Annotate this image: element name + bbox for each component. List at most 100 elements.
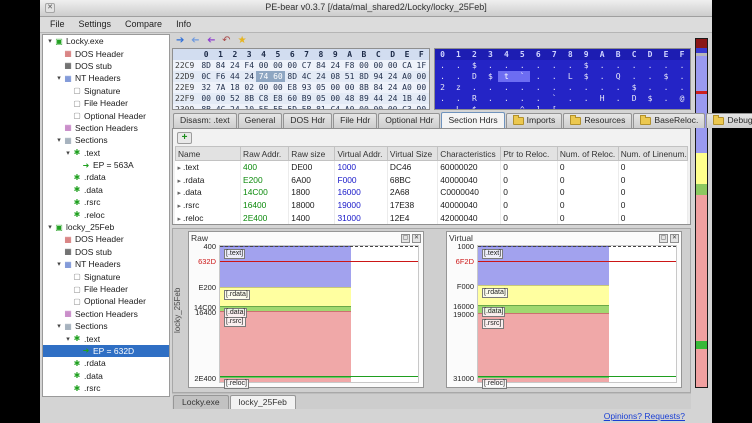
- hex-char[interactable]: .: [642, 104, 658, 110]
- hex-char[interactable]: .: [658, 93, 674, 104]
- hex-char[interactable]: .: [642, 60, 658, 71]
- hex-char[interactable]: .: [642, 71, 658, 82]
- hex-byte[interactable]: 52: [228, 93, 242, 104]
- hex-char[interactable]: L: [450, 104, 466, 110]
- file-tab-locky-exe[interactable]: Locky.exe: [173, 395, 229, 409]
- hex-view-text[interactable]: 0123456789ABCDEF..$......$........D$t`..…: [434, 48, 692, 110]
- hex-char[interactable]: .: [450, 93, 466, 104]
- hex-char[interactable]: .: [562, 93, 578, 104]
- hex-char[interactable]: .: [674, 82, 690, 93]
- hex-byte[interactable]: 24: [228, 104, 242, 110]
- tree-item-section-headers[interactable]: ▦Section Headers: [43, 122, 169, 134]
- hex-byte[interactable]: 8D: [357, 71, 371, 82]
- hex-char[interactable]: $: [466, 104, 482, 110]
- hex-byte[interactable]: A0: [400, 71, 414, 82]
- undo-icon[interactable]: ↶: [222, 35, 230, 47]
- hex-byte[interactable]: C8: [256, 93, 270, 104]
- hex-byte[interactable]: 02: [242, 82, 256, 93]
- tree-item-optional-header[interactable]: ▢Optional Header: [43, 295, 169, 307]
- feedback-link[interactable]: Opinions? Requests?: [604, 411, 685, 421]
- hex-char[interactable]: .: [626, 71, 642, 82]
- hex-char[interactable]: .: [594, 82, 610, 93]
- tree-item-reloc[interactable]: ✱.reloc: [43, 208, 169, 220]
- hex-char[interactable]: .: [578, 93, 594, 104]
- hex-byte[interactable]: 44: [228, 71, 242, 82]
- hex-byte[interactable]: B9: [299, 93, 313, 104]
- hex-byte[interactable]: 48: [342, 93, 356, 104]
- hex-char[interactable]: .: [674, 71, 690, 82]
- hex-byte[interactable]: 00: [371, 104, 385, 110]
- tab-debug[interactable]: Debug: [706, 113, 752, 128]
- hex-char[interactable]: .: [562, 60, 578, 71]
- expander-icon[interactable]: ▾: [46, 223, 54, 231]
- hex-char[interactable]: .: [546, 71, 562, 82]
- hex-byte[interactable]: 24: [328, 60, 342, 71]
- hex-char[interactable]: D: [626, 93, 642, 104]
- hex-byte[interactable]: F4: [242, 60, 256, 71]
- tree-item-locky-exe[interactable]: ▾▣Locky.exe: [43, 35, 169, 47]
- hex-byte[interactable]: 1B: [400, 93, 414, 104]
- undock-button[interactable]: ▢: [401, 234, 410, 243]
- hex-char[interactable]: .: [658, 82, 674, 93]
- tree-item-sections[interactable]: ▾▦Sections: [43, 134, 169, 146]
- hex-char[interactable]: .: [482, 104, 498, 110]
- hex-byte[interactable]: 40: [414, 93, 428, 104]
- hex-char[interactable]: .: [482, 82, 498, 93]
- menu-item-settings[interactable]: Settings: [72, 17, 119, 32]
- hex-char[interactable]: .: [658, 60, 674, 71]
- tree-item-file-header[interactable]: ▢File Header: [43, 283, 169, 295]
- hex-byte[interactable]: C3: [400, 104, 414, 110]
- go-forward-icon[interactable]: ➔: [176, 35, 184, 47]
- hex-byte[interactable]: 84: [371, 82, 385, 93]
- hex-char[interactable]: .: [546, 82, 562, 93]
- hex-char[interactable]: .: [450, 71, 466, 82]
- row-expand-icon[interactable]: ▸: [178, 190, 182, 197]
- hex-char[interactable]: .: [466, 82, 482, 93]
- hex-char[interactable]: @: [674, 93, 690, 104]
- row-expand-icon[interactable]: ▸: [178, 216, 182, 223]
- hex-byte[interactable]: 32: [199, 82, 213, 93]
- hex-byte[interactable]: 90: [414, 104, 428, 110]
- tree-item-rdata[interactable]: ✱.rdata: [43, 357, 169, 369]
- expander-icon[interactable]: ▾: [55, 136, 63, 144]
- table-row[interactable]: ▸.data14C001800160002A68C0000040000: [176, 186, 688, 199]
- hex-char[interactable]: ]: [530, 104, 546, 110]
- hex-byte[interactable]: 8B: [199, 104, 213, 110]
- hex-byte[interactable]: 00: [414, 71, 428, 82]
- tree-item-signature[interactable]: ▢Signature: [43, 270, 169, 282]
- go-back-icon[interactable]: ➔: [191, 35, 199, 47]
- tree-item-reloc[interactable]: ✱.reloc: [43, 394, 169, 397]
- hex-char[interactable]: $: [626, 82, 642, 93]
- hex-char[interactable]: .: [498, 60, 514, 71]
- tree-item-data[interactable]: ✱.data: [43, 184, 169, 196]
- hex-byte[interactable]: 00: [213, 93, 227, 104]
- hex-char[interactable]: .: [530, 60, 546, 71]
- tree-item-dos-stub[interactable]: ▦DOS stub: [43, 60, 169, 72]
- hex-char[interactable]: .: [594, 104, 610, 110]
- tab-disasm-text[interactable]: Disasm: .text: [173, 113, 237, 128]
- expander-icon[interactable]: ▾: [55, 260, 63, 268]
- expander-icon[interactable]: ▾: [46, 37, 54, 45]
- table-row[interactable]: ▸.rdataE2006A00F00068BC40000040000: [176, 174, 688, 187]
- hex-byte[interactable]: 44: [371, 93, 385, 104]
- hex-byte[interactable]: 0C: [199, 71, 213, 82]
- hex-char[interactable]: .: [610, 93, 626, 104]
- hex-char[interactable]: .: [435, 93, 451, 104]
- hex-char[interactable]: $: [578, 60, 594, 71]
- hex-byte[interactable]: 24: [385, 82, 399, 93]
- hex-char[interactable]: ^: [514, 104, 530, 110]
- jump-address-icon[interactable]: ➔: [207, 35, 215, 47]
- hex-byte[interactable]: 8B: [357, 82, 371, 93]
- hex-byte[interactable]: 4C: [299, 71, 313, 82]
- hex-byte[interactable]: 18: [228, 82, 242, 93]
- hex-byte[interactable]: 8B: [242, 93, 256, 104]
- hex-byte[interactable]: 00: [256, 60, 270, 71]
- tree-item-ep-563a[interactable]: ➜EP = 563A: [43, 159, 169, 171]
- hex-byte[interactable]: 7A: [213, 82, 227, 93]
- hex-byte[interactable]: C7: [299, 60, 313, 71]
- add-section-button[interactable]: +: [177, 132, 192, 144]
- hex-char[interactable]: .: [610, 104, 626, 110]
- tree-item-optional-header[interactable]: ▢Optional Header: [43, 109, 169, 121]
- hex-char[interactable]: L: [562, 71, 578, 82]
- row-expand-icon[interactable]: ▸: [178, 203, 182, 210]
